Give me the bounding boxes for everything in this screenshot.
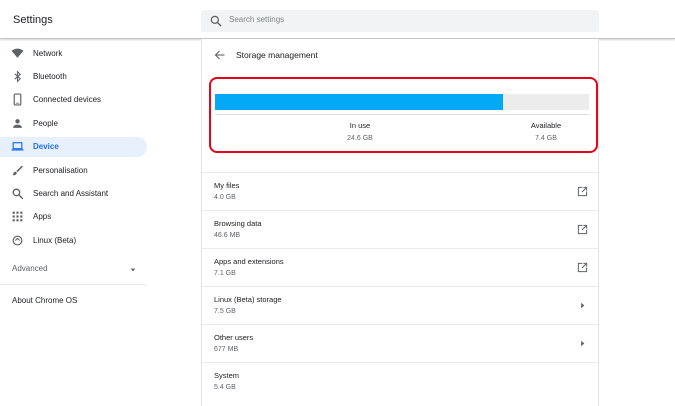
back-arrow-icon[interactable] bbox=[214, 49, 226, 61]
sidebar-item-network[interactable]: Network bbox=[0, 44, 147, 64]
search-input[interactable]: Search settings bbox=[229, 15, 284, 24]
sidebar-item-label: Bluetooth bbox=[33, 72, 67, 81]
available-value: 7.4 GB bbox=[535, 135, 557, 142]
sidebar-item-people[interactable]: People bbox=[0, 114, 147, 134]
sidebar-divider bbox=[0, 284, 147, 285]
sidebar-item-label: Search and Assistant bbox=[33, 189, 109, 198]
person-icon bbox=[13, 119, 22, 128]
row-size: 46.6 MB bbox=[214, 232, 241, 239]
brush-icon bbox=[13, 165, 23, 176]
advanced-label: Advanced bbox=[12, 264, 48, 273]
sidebar-item-linux[interactable]: Linux (Beta) bbox=[0, 231, 147, 251]
storage-card: Storage management In use 24.6 GB Availa… bbox=[201, 39, 599, 406]
row-name: System bbox=[214, 371, 240, 380]
row-size: 7.1 GB bbox=[214, 270, 236, 277]
sidebar-item-label: Connected devices bbox=[33, 95, 102, 104]
sidebar-item-about[interactable]: About Chrome OS bbox=[12, 296, 77, 305]
in-use-legend: In use 24.6 GB bbox=[335, 121, 385, 142]
sidebar-item-label: People bbox=[33, 119, 58, 128]
row-name: Browsing data bbox=[214, 219, 262, 228]
sidebar: Network Bluetooth Connected devices Peop… bbox=[0, 39, 147, 406]
row-size: 7.5 GB bbox=[214, 308, 236, 315]
open-external-icon[interactable] bbox=[577, 262, 588, 273]
chevron-right-icon[interactable] bbox=[577, 300, 588, 311]
row-name: Linux (Beta) storage bbox=[214, 295, 282, 304]
sidebar-item-label: Personalisation bbox=[33, 166, 88, 175]
storage-row-apps-extensions[interactable]: Apps and extensions 7.1 GB bbox=[202, 248, 598, 286]
storage-row-linux-storage[interactable]: Linux (Beta) storage 7.5 GB bbox=[202, 286, 598, 324]
bluetooth-icon bbox=[14, 70, 21, 83]
storage-row-browsing-data[interactable]: Browsing data 46.6 MB bbox=[202, 210, 598, 248]
app-title: Settings bbox=[13, 14, 53, 26]
wifi-icon bbox=[11, 48, 24, 58]
row-size: 677 MB bbox=[214, 346, 239, 353]
row-name: Other users bbox=[214, 333, 254, 342]
apps-grid-icon bbox=[12, 211, 23, 222]
row-size: 5.4 GB bbox=[214, 384, 236, 391]
sidebar-item-label: Linux (Beta) bbox=[33, 236, 77, 245]
sidebar-item-label: Network bbox=[33, 49, 63, 58]
page-title: Storage management bbox=[236, 50, 318, 60]
row-name: My files bbox=[214, 181, 240, 190]
chevron-right-icon[interactable] bbox=[577, 338, 588, 349]
usage-divider bbox=[215, 114, 589, 115]
storage-usage-fill bbox=[215, 94, 503, 110]
storage-row-system: System 5.4 GB bbox=[202, 362, 598, 400]
available-label: Available bbox=[530, 121, 562, 130]
search-icon bbox=[12, 188, 24, 200]
linux-icon bbox=[12, 235, 23, 246]
sidebar-item-device[interactable]: Device bbox=[0, 137, 147, 157]
in-use-value: 24.6 GB bbox=[347, 135, 373, 142]
advanced-toggle[interactable]: Advanced bbox=[12, 264, 137, 276]
open-external-icon[interactable] bbox=[577, 224, 588, 235]
sidebar-item-bluetooth[interactable]: Bluetooth bbox=[0, 67, 147, 87]
available-legend: Available 7.4 GB bbox=[523, 121, 569, 142]
search-icon bbox=[210, 15, 222, 27]
sidebar-item-label: Apps bbox=[33, 212, 52, 221]
sidebar-item-personalisation[interactable]: Personalisation bbox=[0, 161, 147, 181]
top-bar: Settings Search settings bbox=[0, 0, 675, 39]
storage-usage-bar bbox=[215, 94, 589, 110]
row-size: 4.0 GB bbox=[214, 194, 236, 201]
storage-usage-highlight: In use 24.6 GB Available 7.4 GB bbox=[209, 77, 598, 153]
storage-row-other-users[interactable]: Other users 677 MB bbox=[202, 324, 598, 362]
storage-row-my-files[interactable]: My files 4.0 GB bbox=[202, 172, 598, 210]
row-name: Apps and extensions bbox=[214, 257, 284, 266]
sidebar-item-apps[interactable]: Apps bbox=[0, 207, 147, 227]
open-external-icon[interactable] bbox=[577, 186, 588, 197]
phone-icon bbox=[13, 93, 22, 106]
sidebar-item-connected-devices[interactable]: Connected devices bbox=[0, 90, 147, 110]
search-box[interactable]: Search settings bbox=[201, 10, 599, 32]
in-use-label: In use bbox=[349, 121, 371, 130]
sidebar-item-label: Device bbox=[33, 142, 59, 151]
chevron-down-icon bbox=[130, 268, 136, 272]
sidebar-item-search-assistant[interactable]: Search and Assistant bbox=[0, 184, 147, 204]
laptop-icon bbox=[11, 142, 24, 151]
